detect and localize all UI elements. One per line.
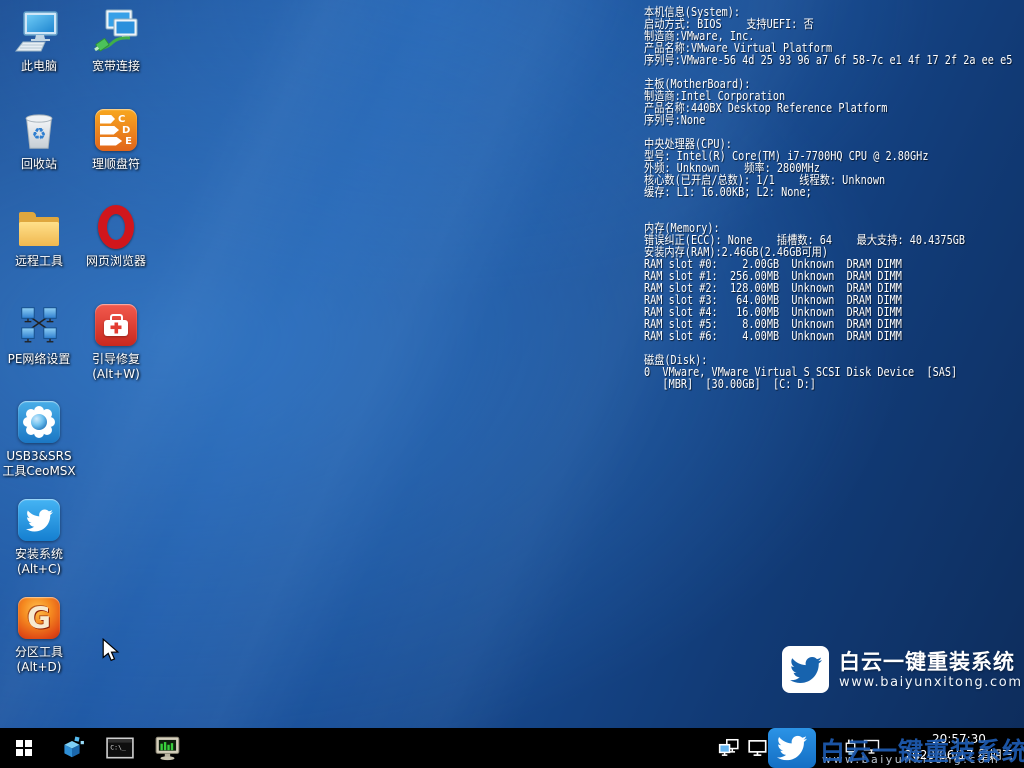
desktop-icon-drive-letter-tool[interactable]: C D E 理顺盘符	[78, 106, 154, 172]
drive-letters-icon: C D E	[78, 106, 154, 154]
svg-text:♻: ♻	[32, 125, 47, 144]
desktop-icon-label: 回收站	[1, 157, 77, 172]
system-info-section-cpu: 中央处理器(CPU): 型号: Intel(R) Core(TM) i7-770…	[644, 138, 1023, 198]
taskbar-task-manager-button[interactable]	[144, 728, 192, 768]
watermark-url: www.baiyunxitong.com	[839, 675, 1023, 690]
start-button[interactable]	[0, 728, 48, 768]
this-pc-icon	[1, 8, 77, 56]
network-tray-icon[interactable]	[718, 738, 740, 758]
desktop-icon-install-system[interactable]: 安装系统 (Alt+C)	[1, 496, 77, 577]
pe-desktop: { "desktop": { "icons": [ { "name": "thi…	[0, 0, 1024, 768]
desktop-icon-label: 远程工具	[1, 254, 77, 269]
display-tray-icon[interactable]	[747, 738, 769, 758]
desktop-icon-label: 宽带连接	[78, 59, 154, 74]
cmd-icon: C:\_	[106, 735, 134, 761]
desktop-icon-recycle-bin[interactable]: ♻ 回收站	[1, 106, 77, 172]
broadband-icon	[78, 8, 154, 56]
mouse-cursor	[100, 638, 122, 666]
network-topology-icon	[1, 301, 77, 349]
taskbar-registry-editor-button[interactable]	[48, 728, 96, 768]
desktop-icon-usb3-srs-tool[interactable]: USB3&SRS 工具CeoMSX	[1, 398, 77, 479]
task-manager-icon	[154, 734, 182, 762]
watermark-texts: 白云一键重装系统 www.baiyunxitong.com	[839, 650, 1023, 690]
diskgenius-icon: G	[1, 594, 77, 642]
bird-icon	[1, 496, 77, 544]
desktop-icon-label: 安装系统 (Alt+C)	[1, 547, 77, 577]
watermark-bird-icon	[782, 646, 829, 693]
taskbar: C:\_	[0, 728, 1024, 768]
system-info-panel: 本机信息(System): 启动方式: BIOS 支持UEFI: 否 制造商:V…	[644, 6, 1023, 390]
gear-flower-icon	[1, 398, 77, 446]
svg-text:C:\_: C:\_	[110, 744, 126, 752]
desktop-icon-broadband[interactable]: 宽带连接	[78, 8, 154, 74]
first-aid-kit-icon	[78, 301, 154, 349]
recycle-bin-icon: ♻	[1, 106, 77, 154]
system-info-section-disk: 磁盘(Disk): 0 VMware, VMware Virtual S SCS…	[644, 354, 1023, 390]
watermark-title: 白云一键重装系统	[839, 650, 1023, 674]
desktop-icon-this-pc[interactable]: 此电脑	[1, 8, 77, 74]
desktop-icon-label: 网页浏览器	[78, 254, 154, 269]
taskbar-watermark-title: 白云一键重装系统	[820, 732, 1024, 768]
desktop-icon-label: 此电脑	[1, 59, 77, 74]
desktop-icon-partition-tool[interactable]: G 分区工具 (Alt+D)	[1, 594, 77, 675]
desktop-icon-label: 分区工具 (Alt+D)	[1, 645, 77, 675]
system-info-section-motherboard: 主板(MotherBoard): 制造商:Intel Corporation 产…	[644, 78, 1023, 126]
desktop-watermark: 白云一键重装系统 www.baiyunxitong.com	[782, 646, 1023, 693]
desktop-icon-pe-network-settings[interactable]: PE网络设置	[1, 301, 77, 367]
taskbar-watermark-bird-icon	[768, 728, 816, 768]
desktop-icon-web-browser[interactable]: 网页浏览器	[78, 203, 154, 269]
system-info-section-memory: 内存(Memory): 错误纠正(ECC): None 插槽数: 64 最大支持…	[644, 222, 1023, 342]
system-tray	[718, 728, 769, 768]
system-info-section-system: 本机信息(System): 启动方式: BIOS 支持UEFI: 否 制造商:V…	[644, 6, 1023, 66]
desktop-icon-remote-tools[interactable]: 远程工具	[1, 203, 77, 269]
desktop-icon-label: PE网络设置	[1, 352, 77, 367]
desktop-icon-boot-repair[interactable]: 引导修复 (Alt+W)	[78, 301, 154, 382]
registry-cube-icon	[59, 735, 85, 761]
windows-logo-icon	[16, 740, 32, 756]
desktop-icon-label: USB3&SRS 工具CeoMSX	[1, 449, 77, 479]
opera-browser-icon	[78, 203, 154, 251]
desktop-icon-label: 引导修复 (Alt+W)	[78, 352, 154, 382]
folder-icon	[1, 203, 77, 251]
desktop-icon-label: 理顺盘符	[78, 157, 154, 172]
taskbar-command-prompt-button[interactable]: C:\_	[96, 728, 144, 768]
